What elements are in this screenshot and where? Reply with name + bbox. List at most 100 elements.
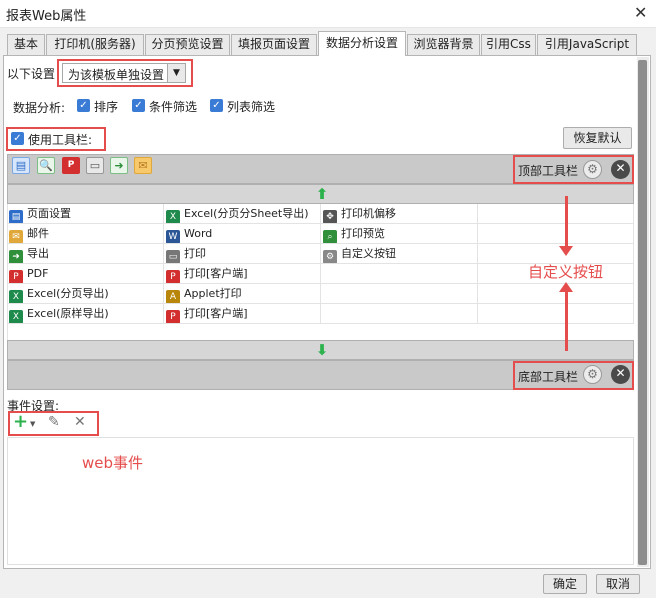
grid-button-label: 自定义按钮 <box>341 247 396 260</box>
printer-icon[interactable]: ▭ <box>86 157 104 174</box>
annotation-arrowhead-down <box>559 246 573 256</box>
ok-button[interactable]: 确定 <box>543 574 587 594</box>
delete-event-icon[interactable]: ✕ <box>74 414 86 430</box>
annotation-arrow-shaft-bottom <box>565 291 568 351</box>
title-bar <box>0 0 656 28</box>
grid-button-label: 导出 <box>27 247 49 260</box>
window-title: 报表Web属性 <box>6 9 87 24</box>
grid-button-label: 邮件 <box>27 227 49 240</box>
top-toolbar-gear-icon[interactable]: ⚙ <box>583 160 602 179</box>
grid-empty-cell <box>478 284 634 304</box>
word-icon: W <box>166 230 180 243</box>
grid-button-cell[interactable]: P 打印[客户端] <box>164 304 321 324</box>
close-icon[interactable]: ✕ <box>634 3 647 22</box>
pdf-client-print-icon: P <box>166 310 180 323</box>
grid-button-cell[interactable]: ✉ 邮件 <box>7 224 164 244</box>
annotation-arrow-shaft-top <box>565 196 568 248</box>
grid-button-cell[interactable]: P 打印[客户端] <box>164 264 321 284</box>
tab-css[interactable]: 引用Css <box>481 34 536 55</box>
excel-sheet-icon: X <box>166 210 180 223</box>
add-event-icon[interactable]: + <box>13 413 28 431</box>
cancel-button[interactable]: 取消 <box>596 574 640 594</box>
excel-original-icon: X <box>9 310 23 323</box>
scope-label: 以下设置 <box>7 67 56 81</box>
arrow-up-icon[interactable]: ⬆ <box>313 185 331 203</box>
grid-empty-cell <box>321 304 478 324</box>
grid-empty-cell <box>478 304 634 324</box>
list-filter-checkbox[interactable]: ✓ <box>210 99 223 112</box>
tab-printer-server[interactable]: 打印机(服务器) <box>46 34 144 55</box>
use-toolbar-checkbox[interactable]: ✓ <box>11 132 24 145</box>
gear-icon: ⚙ <box>323 250 337 263</box>
grid-button-label: PDF <box>27 267 49 280</box>
grid-button-label: 打印[客户端] <box>184 267 248 280</box>
grid-empty-cell <box>478 204 634 224</box>
email-icon[interactable]: ✉ <box>134 157 152 174</box>
condition-filter-checkbox[interactable]: ✓ <box>132 99 145 112</box>
bottom-toolbar-remove-icon[interactable]: ✕ <box>611 365 630 384</box>
excel-page-icon: X <box>9 290 23 303</box>
grid-button-cell[interactable]: ➜ 导出 <box>7 244 164 264</box>
top-toolbar-remove-icon[interactable]: ✕ <box>611 160 630 179</box>
grid-button-cell[interactable]: ▤ 页面设置 <box>7 204 164 224</box>
tab-basic[interactable]: 基本 <box>7 34 45 55</box>
grid-button-label: 打印 <box>184 247 206 260</box>
grid-button-label: 打印[客户端] <box>184 307 248 320</box>
grid-button-label: 打印机偏移 <box>341 207 396 220</box>
move-arrows-icon: ✥ <box>323 210 337 223</box>
grid-button-label: Excel(分页分Sheet导出) <box>184 207 309 220</box>
applet-icon: A <box>166 290 180 303</box>
add-event-dropdown-icon[interactable]: ▼ <box>30 420 35 428</box>
analysis-label: 数据分析: <box>13 101 66 115</box>
export-icon[interactable]: ➜ <box>110 157 128 174</box>
top-toolbar-label: 顶部工具栏 <box>518 164 579 178</box>
grid-button-cell[interactable]: X Excel(分页导出) <box>7 284 164 304</box>
tab-fill-page[interactable]: 填报页面设置 <box>231 34 317 55</box>
grid-button-label: 打印预览 <box>341 227 385 240</box>
sort-label: 排序 <box>94 100 119 114</box>
grid-button-cell[interactable]: X Excel(分页分Sheet导出) <box>164 204 321 224</box>
grid-button-label: Excel(分页导出) <box>27 287 109 300</box>
page-setup-icon: ▤ <box>9 210 23 223</box>
grid-button-cell[interactable]: ⚙ 自定义按钮 <box>321 244 478 264</box>
grid-button-label: Word <box>184 227 213 240</box>
chevron-down-icon[interactable]: ▼ <box>167 64 185 82</box>
grid-empty-cell <box>321 264 478 284</box>
grid-button-cell[interactable]: W Word <box>164 224 321 244</box>
sort-checkbox[interactable]: ✓ <box>77 99 90 112</box>
restore-default-button[interactable]: 恢复默认 <box>563 127 632 149</box>
tab-data-analysis[interactable]: 数据分析设置 <box>318 31 406 56</box>
export-icon: ➜ <box>9 250 23 263</box>
print-preview-icon: ⌕ <box>323 230 337 243</box>
grid-button-label: Excel(原样导出) <box>27 307 109 320</box>
grid-button-label: Applet打印 <box>184 287 242 300</box>
arrow-down-icon[interactable]: ⬇ <box>313 341 331 359</box>
grid-button-cell[interactable]: ▭ 打印 <box>164 244 321 264</box>
grid-button-cell[interactable]: X Excel(原样导出) <box>7 304 164 324</box>
tab-browser-bg[interactable]: 浏览器背景 <box>407 34 480 55</box>
grid-button-cell[interactable]: ⌕ 打印预览 <box>321 224 478 244</box>
tab-javascript[interactable]: 引用JavaScript <box>537 34 637 55</box>
grid-button-cell[interactable]: P PDF <box>7 264 164 284</box>
scope-select[interactable]: 为该模板单独设置 ▼ <box>62 63 186 83</box>
pdf-print-icon: P <box>166 270 180 283</box>
printer-icon: ▭ <box>166 250 180 263</box>
list-filter-label: 列表筛选 <box>227 100 276 114</box>
email-icon: ✉ <box>9 230 23 243</box>
grid-button-cell[interactable]: ✥ 打印机偏移 <box>321 204 478 224</box>
page-setup-icon[interactable]: ▤ <box>12 157 30 174</box>
grid-empty-cell <box>321 284 478 304</box>
grid-button-cell[interactable]: A Applet打印 <box>164 284 321 304</box>
pdf-icon[interactable]: P <box>62 157 80 174</box>
condition-filter-label: 条件筛选 <box>149 100 198 114</box>
print-preview-icon[interactable]: 🔍 <box>37 157 55 174</box>
edit-event-icon[interactable]: ✎ <box>48 414 60 430</box>
scope-select-value: 为该模板单独设置 <box>68 68 165 82</box>
grid-empty-cell <box>478 224 634 244</box>
tab-page-preview[interactable]: 分页预览设置 <box>145 34 230 55</box>
scrollbar-thumb[interactable] <box>638 60 647 565</box>
bottom-toolbar-label: 底部工具栏 <box>518 370 579 384</box>
use-toolbar-label: 使用工具栏: <box>28 133 93 147</box>
web-event-annotation: web事件 <box>82 454 144 472</box>
bottom-toolbar-gear-icon[interactable]: ⚙ <box>583 365 602 384</box>
